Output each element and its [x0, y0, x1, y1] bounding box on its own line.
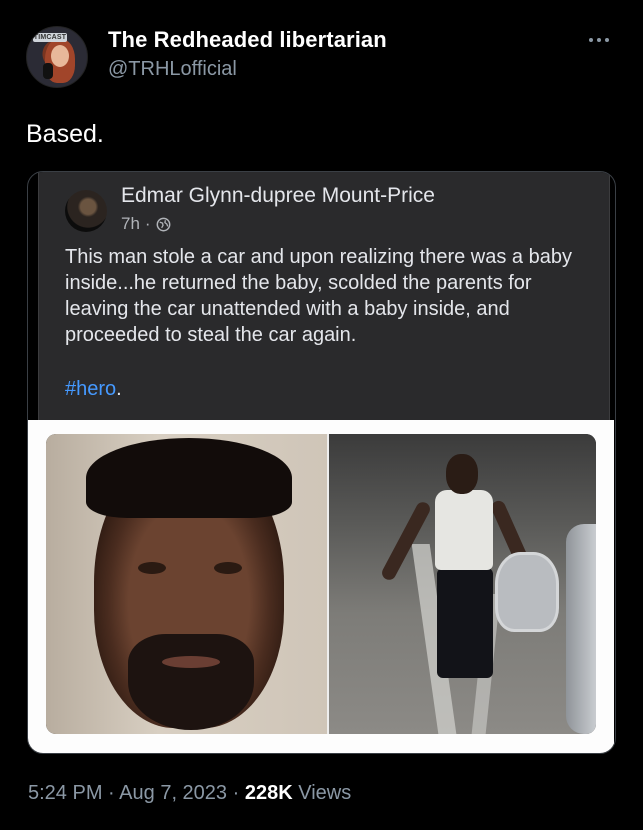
mugshot-eye	[214, 562, 242, 574]
mugshot-photo	[46, 434, 329, 734]
globe-icon	[156, 217, 171, 231]
quoted-author-avatar	[65, 190, 107, 232]
mugshot-mouth	[162, 656, 220, 668]
photo-frame	[28, 420, 614, 753]
mugshot-hair	[86, 438, 292, 518]
author-name[interactable]: The Redheaded libertarian	[108, 27, 387, 53]
quoted-time-separator: ·	[144, 214, 151, 233]
quoted-post-hashtag-line: #hero.	[65, 378, 122, 401]
author-handle[interactable]: @TRHLofficial	[108, 58, 237, 81]
microphone-icon	[43, 63, 53, 79]
man-pants	[437, 568, 493, 678]
tweet-time[interactable]: 5:24 PM	[28, 782, 102, 804]
tweet-text: Based.	[26, 120, 104, 148]
avatar-badge: TIMCAST	[33, 33, 67, 42]
avatar[interactable]: TIMCAST	[26, 26, 88, 88]
man-shirt	[435, 490, 493, 570]
mugshot-eye	[138, 562, 166, 574]
media-card[interactable]: Edmar Glynn-dupree Mount-Price 7h · This…	[27, 171, 616, 754]
dot	[605, 38, 609, 42]
quoted-post: Edmar Glynn-dupree Mount-Price 7h · This…	[38, 172, 610, 420]
cctv-photo	[329, 434, 596, 734]
tweet-metadata: 5:24 PM · Aug 7, 2023 · 228K Views	[28, 782, 351, 805]
tweet-date[interactable]: Aug 7, 2023	[119, 782, 227, 804]
more-options-icon[interactable]	[589, 32, 617, 48]
car-side	[566, 524, 596, 734]
hashtag-link[interactable]: #hero	[65, 378, 116, 400]
mugshot-beard	[128, 634, 254, 730]
baby-car-seat	[495, 552, 559, 632]
views-count: 228K	[244, 782, 293, 804]
dot	[597, 38, 601, 42]
photo-collage[interactable]	[46, 434, 596, 734]
meta-separator: ·	[108, 782, 115, 804]
hashtag-suffix: .	[116, 378, 122, 400]
views-label: Views	[298, 782, 352, 804]
quoted-post-time: 7h ·	[121, 214, 171, 234]
man-head	[446, 454, 478, 494]
dot	[589, 38, 593, 42]
quoted-author-name: Edmar Glynn-dupree Mount-Price	[121, 184, 435, 207]
avatar-face	[51, 45, 69, 67]
quoted-time-value: 7h	[121, 214, 140, 233]
meta-separator: ·	[232, 782, 240, 804]
quoted-post-body: This man stole a car and upon realizing …	[65, 246, 572, 346]
